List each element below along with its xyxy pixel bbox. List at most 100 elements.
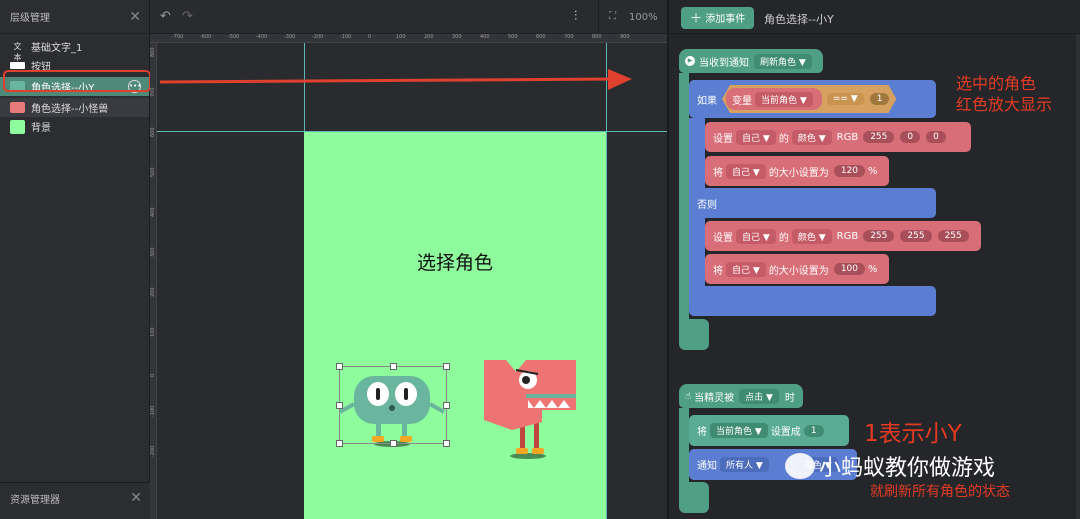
set-size-block[interactable]: 将 自己 ▼ 的大小设置为 100 %	[705, 254, 889, 284]
ruler-top: -700 -600 -500 -400 -300 -200 -100 0 100 200 300 40…	[150, 34, 667, 43]
ruler-tick-label: 100	[396, 34, 406, 40]
resize-handle[interactable]	[443, 363, 450, 370]
ruler-tick-label: -200	[150, 445, 156, 457]
add-event-button[interactable]: ＋ 添加事件	[681, 7, 755, 29]
monster-sprite[interactable]	[482, 358, 578, 462]
property-dropdown[interactable]: 颜色 ▼	[791, 129, 832, 145]
undo-icon[interactable]: ↶	[160, 9, 171, 24]
ruler-tick-label: -700	[172, 34, 184, 40]
ruler-tick-label: 300	[150, 247, 156, 257]
operator-dropdown[interactable]: == ▼	[827, 93, 864, 105]
layer-item-label: 角色选择--小怪兽	[31, 104, 109, 115]
event-head-label: 当收到通知	[699, 57, 749, 69]
action-dropdown[interactable]: 点击 ▼	[739, 388, 779, 404]
target-dropdown[interactable]: 自己 ▼	[726, 261, 766, 277]
resize-handle[interactable]	[443, 402, 450, 409]
else-spine	[689, 218, 705, 290]
value-input[interactable]: 1	[803, 424, 824, 437]
variable-dropdown[interactable]: 当前角色 ▼	[710, 423, 768, 438]
ruler-tick-label: 300	[452, 34, 462, 40]
ruler-tick-label: 600	[536, 34, 546, 40]
rgb-g-input[interactable]: 0	[900, 131, 921, 143]
target-dropdown[interactable]: 自己 ▼	[736, 129, 776, 145]
ruler-tick-label: 700	[150, 87, 156, 97]
add-event-label: 添加事件	[705, 14, 746, 25]
ruler-tick-label: 0	[368, 34, 372, 40]
event-when-sprite-clicked[interactable]: ☝ 当精灵被 点击 ▼ 时	[679, 384, 803, 408]
ruler-tick-label: 500	[150, 167, 156, 177]
redo-icon[interactable]: ↷	[182, 9, 193, 24]
var-dropdown[interactable]: 当前角色 ▼	[755, 92, 813, 107]
selection-box[interactable]	[336, 363, 450, 447]
ruler-tick-label: 500	[508, 34, 518, 40]
resize-handle[interactable]	[336, 402, 343, 409]
arrow-annotation	[159, 69, 632, 90]
ruler-tick-label: 0	[150, 373, 156, 377]
watermark: 小蚂蚁教你做游戏	[785, 450, 995, 482]
event-end-block	[679, 482, 709, 513]
compare-value[interactable]: 1	[870, 93, 890, 105]
close-icon[interactable]: ✕	[130, 490, 142, 506]
notice-dropdown[interactable]: 刷新角色 ▼	[754, 53, 812, 69]
ruler-tick-label: -100	[150, 405, 156, 417]
event-when-notified[interactable]: ▶ 当收到通知 刷新角色 ▼	[679, 49, 823, 73]
zoom-level[interactable]: 100%	[629, 12, 658, 23]
play-icon: ▶	[685, 56, 695, 66]
variable-block[interactable]: 变量 当前角色 ▼	[726, 88, 822, 110]
wechat-icon	[785, 453, 815, 479]
ruler-tick-label: -600	[200, 34, 212, 40]
target-dropdown[interactable]: 自己 ▼	[726, 163, 766, 179]
annotation-refresh: 就刷新所有角色的状态	[870, 484, 1010, 500]
layer-item-background[interactable]: 背景	[0, 117, 149, 136]
resize-handle[interactable]	[390, 363, 397, 370]
set-color-block[interactable]: 设置 自己 ▼ 的 颜色 ▼ RGB 255 255 255	[705, 221, 981, 251]
rgb-b-input[interactable]: 0	[926, 131, 946, 143]
set-size-block[interactable]: 将 自己 ▼ 的大小设置为 120 %	[705, 156, 889, 186]
target-dropdown[interactable]: 所有人 ▼	[720, 457, 769, 472]
size-input[interactable]: 100	[833, 263, 865, 275]
text-icon: 文本	[13, 42, 22, 62]
if-end-block	[689, 286, 936, 316]
scrollbar[interactable]	[1076, 34, 1080, 519]
if-block[interactable]: 如果 变量 当前角色 ▼ == ▼ 1	[689, 80, 936, 118]
target-dropdown[interactable]: 自己 ▼	[736, 228, 776, 244]
assets-title: 资源管理器	[10, 494, 60, 506]
close-icon[interactable]: ✕	[129, 9, 141, 25]
resize-handle[interactable]	[336, 440, 343, 447]
annotation-value: 1表示小Y	[864, 421, 962, 447]
ruler-tick-label: 200	[150, 287, 156, 297]
annotation-selected: 选中的角色 红色放大显示	[956, 74, 1053, 114]
stage-area: ↶ ↷ ⫶ ⛶ 100% -700 -600 -500 -400 -300 -200 -10…	[150, 0, 667, 519]
editor-header: ＋ 添加事件 角色选择--小Y	[669, 0, 1080, 34]
sprite-icon	[10, 102, 25, 113]
rgb-r-input[interactable]: 255	[863, 230, 895, 242]
compare-block[interactable]: 变量 当前角色 ▼ == ▼ 1	[722, 85, 896, 113]
fit-icon[interactable]: ⛶	[609, 11, 616, 22]
layer-item-monster[interactable]: 角色选择--小怪兽	[0, 98, 149, 117]
selection-highlight	[3, 70, 151, 92]
ruler-tick-label: 600	[150, 127, 156, 137]
rgb-g-input[interactable]: 255	[900, 230, 932, 242]
if-label: 如果	[697, 95, 717, 107]
layer-item-label: 背景	[31, 123, 51, 134]
event-spine	[679, 73, 689, 323]
resize-handle[interactable]	[336, 363, 343, 370]
adjust-icon[interactable]: ⫶	[574, 9, 577, 24]
size-input[interactable]: 120	[833, 165, 865, 177]
ruler-tick-label: 200	[424, 34, 434, 40]
layer-item-text[interactable]: 文本 基础文字_1	[0, 37, 149, 62]
property-dropdown[interactable]: 颜色 ▼	[791, 228, 832, 244]
game-canvas[interactable]: 选择角色	[304, 132, 606, 519]
ruler-tick-label: -500	[228, 34, 240, 40]
rgb-r-input[interactable]: 255	[863, 131, 895, 143]
set-variable-block[interactable]: 将 当前角色 ▼ 设置成 1	[689, 415, 849, 446]
ruler-tick-label: -400	[256, 34, 268, 40]
rgb-b-input[interactable]: 255	[937, 230, 969, 242]
set-color-block[interactable]: 设置 自己 ▼ 的 颜色 ▼ RGB 255 0 0	[705, 122, 971, 152]
resize-handle[interactable]	[443, 440, 450, 447]
resize-handle[interactable]	[390, 440, 397, 447]
else-label: 否则	[697, 199, 717, 211]
stage-toolbar: ↶ ↷ ⫶ ⛶ 100%	[150, 0, 667, 34]
ruler-tick-label: 400	[480, 34, 490, 40]
hand-icon: ☝	[685, 390, 692, 402]
